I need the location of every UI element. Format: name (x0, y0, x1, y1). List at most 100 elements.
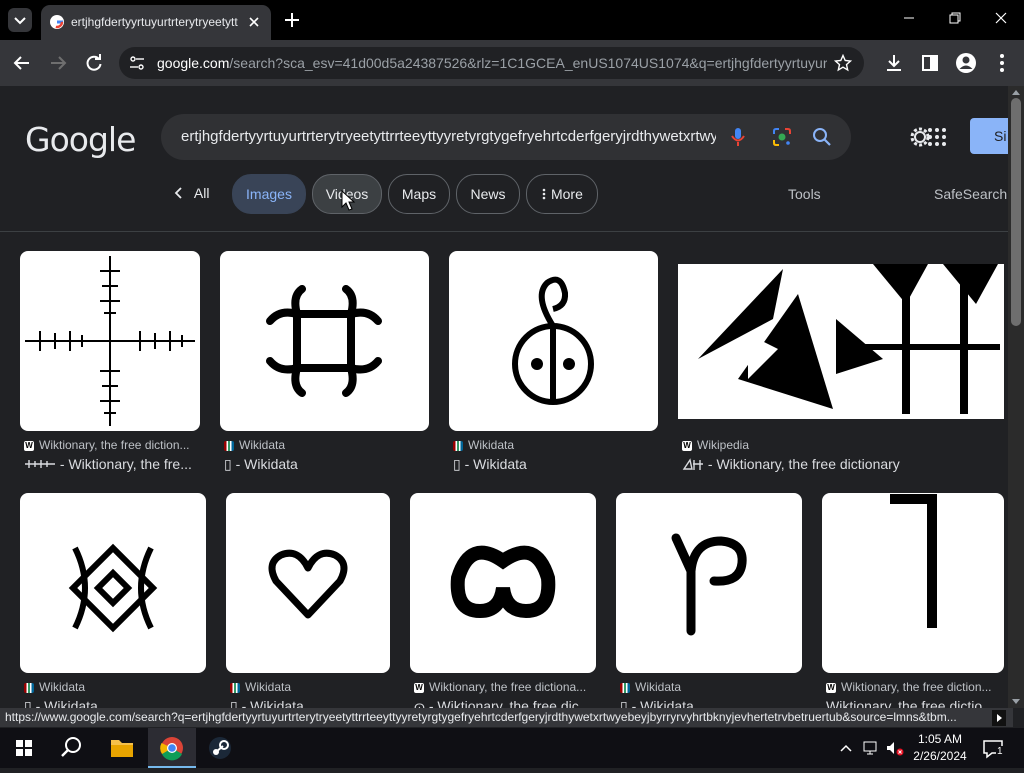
tab-search-button[interactable] (8, 8, 32, 32)
result-source-text: Wikidata (635, 680, 682, 694)
chip-more-label: More (550, 186, 583, 202)
result-thumbnail[interactable] (20, 493, 206, 673)
tray-expand-icon[interactable] (838, 740, 854, 756)
result-title[interactable]: ▯ - Wikidata (224, 456, 429, 473)
result-title[interactable]: ▯ - Wikidata (620, 698, 802, 708)
sign-in-label: Si (994, 128, 1007, 144)
sign-in-button[interactable]: Si (970, 118, 1008, 154)
taskbar-search-button[interactable] (48, 728, 96, 768)
chip-more[interactable]: More (526, 174, 598, 214)
result-title[interactable]: ▯ - Wikidata (230, 698, 390, 708)
more-vert-icon (542, 188, 546, 200)
result-title[interactable]: ▯ - Wikidata (453, 456, 658, 473)
site-info-icon[interactable] (129, 55, 145, 71)
steam-taskbar-button[interactable] (196, 728, 244, 768)
close-window-button[interactable] (978, 0, 1024, 40)
wikidata-favicon-icon (230, 682, 240, 693)
image-result[interactable]: Wikidata ▯ - Wikidata (226, 493, 390, 708)
page-scrollbar[interactable] (1008, 86, 1024, 708)
chip-images[interactable]: Images (232, 174, 306, 214)
result-thumbnail[interactable] (678, 264, 1004, 419)
forward-icon[interactable] (46, 51, 70, 75)
symbol-square-curls-image (266, 285, 382, 397)
file-explorer-button[interactable] (98, 728, 146, 768)
image-result[interactable]: W Wiktionary, the free dictiona... ɷ - Wi… (410, 493, 596, 708)
reload-icon[interactable] (82, 51, 106, 75)
url-host: google.com (157, 55, 230, 71)
cuneiform-cross-image (25, 256, 195, 426)
clock-time: 1:05 AM (917, 732, 963, 746)
result-source: Wikidata (24, 680, 206, 694)
result-thumbnail[interactable] (226, 493, 390, 673)
tools-button[interactable]: Tools (788, 186, 821, 202)
profile-avatar-icon[interactable] (954, 51, 978, 75)
side-panel-icon[interactable] (918, 51, 942, 75)
result-source-text: Wiktionary, the free diction... (39, 438, 190, 452)
search-input[interactable]: ertjhgfdertyyrtuyurtrterytryeetyttrrteey… (181, 128, 716, 145)
result-thumbnail[interactable] (410, 493, 596, 673)
wiktionary-favicon-icon: W (414, 682, 424, 693)
symbol-diamond-image (68, 543, 158, 633)
cuneiform-glyph-icon (682, 458, 703, 470)
browser-tab[interactable]: ertjhgfdertyyrtuyurtrterytryeetytt (41, 5, 271, 40)
scroll-right-arrow[interactable] (992, 710, 1006, 726)
taskbar-clock[interactable]: 1:05 AM 2/26/2024 (905, 731, 975, 765)
address-bar[interactable]: google.com/search?sca_esv=41d00d5a243875… (119, 47, 864, 79)
symbol-heart-image (268, 549, 348, 619)
google-logo[interactable]: Google (25, 120, 136, 159)
image-result[interactable]: Wikidata ▯ - Wikidata (20, 493, 206, 708)
safesearch-button[interactable]: SafeSearch (934, 186, 1007, 202)
result-thumbnail[interactable] (616, 493, 802, 673)
result-title[interactable]: ▯ - Wikidata (24, 698, 206, 708)
chip-all[interactable]: All (172, 174, 209, 212)
notification-center-button[interactable]: 1 (980, 736, 1010, 762)
minimize-button[interactable] (886, 0, 932, 40)
lens-search-icon[interactable] (771, 126, 793, 148)
chip-maps[interactable]: Maps (388, 174, 450, 214)
image-result[interactable]: W Wiktionary, the free diction... Wiktion… (822, 493, 1004, 708)
network-icon[interactable] (862, 740, 880, 756)
result-thumbnail[interactable] (449, 251, 658, 431)
wikidata-favicon-icon (224, 440, 234, 451)
folder-icon (111, 740, 133, 757)
result-title[interactable]: - Wiktionary, the fre... (24, 456, 200, 472)
result-title[interactable]: ɷ - Wiktionary, the free dic... (414, 698, 596, 708)
result-title[interactable]: Wiktionary, the free dictio... (826, 698, 1004, 708)
google-apps-icon[interactable] (927, 127, 947, 147)
download-icon[interactable] (882, 51, 906, 75)
start-button[interactable] (0, 728, 48, 768)
result-thumbnail[interactable] (822, 493, 1004, 673)
search-icon[interactable] (811, 126, 833, 148)
chip-news[interactable]: News (456, 174, 520, 214)
result-source-text: Wiktionary, the free dictiona... (429, 680, 587, 694)
image-result[interactable]: Wikidata ▯ - Wikidata (449, 251, 658, 476)
image-result[interactable]: Wikidata ▯ - Wikidata (616, 493, 802, 708)
bookmark-star-icon[interactable] (834, 54, 852, 72)
restore-button[interactable] (932, 0, 978, 40)
result-source: Wikidata (453, 438, 658, 452)
volume-muted-icon[interactable] (885, 740, 905, 756)
search-icon (61, 737, 81, 757)
chrome-taskbar-button[interactable] (148, 728, 196, 768)
scroll-down-icon[interactable] (1011, 698, 1021, 706)
new-tab-icon[interactable] (283, 11, 301, 29)
chrome-icon (160, 737, 183, 761)
scrollbar-thumb[interactable] (1011, 98, 1021, 326)
back-icon[interactable] (10, 51, 34, 75)
result-title-text: - Wiktionary, the fre... (59, 456, 192, 472)
browser-menu-icon[interactable] (990, 51, 1014, 75)
chip-images-label: Images (246, 186, 292, 202)
restore-icon (949, 12, 961, 24)
search-box[interactable]: ertjhgfdertyyrtuyurtrterytryeetyttrrteey… (161, 114, 851, 160)
voice-search-icon[interactable] (727, 126, 749, 148)
notification-count: 1 (996, 746, 1004, 757)
scroll-up-icon[interactable] (1011, 88, 1021, 96)
result-thumbnail[interactable] (20, 251, 200, 431)
result-source-text: Wikidata (239, 438, 286, 452)
close-tab-icon[interactable] (247, 15, 261, 29)
image-result[interactable]: W Wikipedia - Wiktionary, the free dictio… (678, 251, 1004, 476)
image-result[interactable]: Wikidata ▯ - Wikidata (220, 251, 429, 476)
result-thumbnail[interactable] (220, 251, 429, 431)
result-title[interactable]: - Wiktionary, the free dictionary (682, 456, 1004, 472)
image-result[interactable]: W Wiktionary, the free diction... - Wikti… (20, 251, 200, 476)
